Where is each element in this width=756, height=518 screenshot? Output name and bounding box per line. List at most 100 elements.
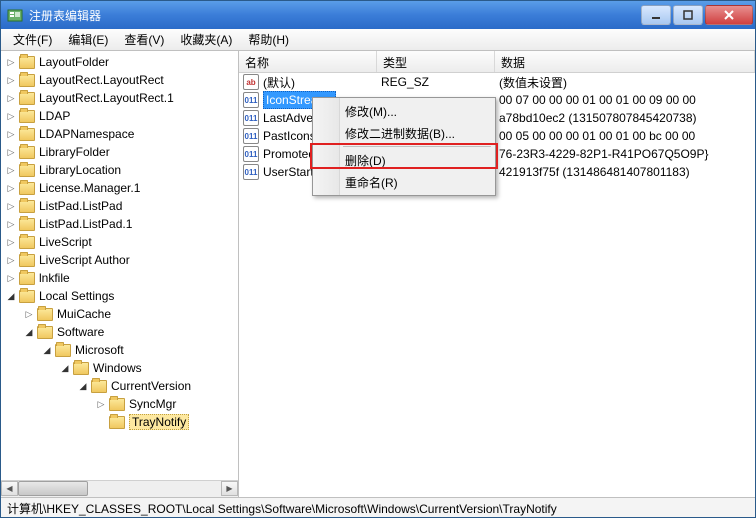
collapse-icon[interactable]: ◢ xyxy=(23,326,35,338)
tree-item[interactable]: ▷ LibraryLocation xyxy=(1,161,238,179)
expand-icon[interactable]: ▷ xyxy=(5,110,17,122)
tree-label: CurrentVersion xyxy=(111,379,191,393)
folder-icon xyxy=(109,398,125,411)
tree-view[interactable]: ▷LayoutFolder▷LayoutRect.LayoutRect▷Layo… xyxy=(1,51,238,480)
menu-file[interactable]: 文件(F) xyxy=(5,29,60,50)
folder-icon xyxy=(109,416,125,429)
tree-item[interactable]: ◢ Software xyxy=(1,323,238,341)
tree-item[interactable]: ▷LayoutRect.LayoutRect.1 xyxy=(1,89,238,107)
ctx-modify-binary[interactable]: 修改二进制数据(B)... xyxy=(315,122,493,144)
tree-item[interactable]: ◢ Microsoft xyxy=(1,341,238,359)
folder-icon xyxy=(19,56,35,69)
tree-item[interactable]: ◢ Windows xyxy=(1,359,238,377)
tree-item[interactable]: ▷LayoutRect.LayoutRect xyxy=(1,71,238,89)
expand-icon[interactable]: ▷ xyxy=(5,164,17,176)
scroll-right-button[interactable]: ▶ xyxy=(221,481,238,496)
folder-icon xyxy=(19,218,35,231)
column-name[interactable]: 名称 xyxy=(239,51,377,72)
expand-icon xyxy=(95,416,107,428)
window-titlebar: 注册表编辑器 xyxy=(1,1,755,29)
expand-icon[interactable]: ▷ xyxy=(5,218,17,230)
tree-item[interactable]: ▷ListPad.ListPad xyxy=(1,197,238,215)
tree-item[interactable]: TrayNotify xyxy=(1,413,238,431)
scroll-track[interactable] xyxy=(18,481,221,497)
menu-bar: 文件(F) 编辑(E) 查看(V) 收藏夹(A) 帮助(H) xyxy=(1,29,755,51)
collapse-icon[interactable]: ◢ xyxy=(41,344,53,356)
folder-icon xyxy=(19,110,35,123)
binary-value-icon: 011 xyxy=(243,146,259,162)
binary-value-icon: 011 xyxy=(243,92,259,108)
ctx-modify[interactable]: 修改(M)... xyxy=(315,100,493,122)
expand-icon[interactable]: ▷ xyxy=(5,56,17,68)
tree-label: TrayNotify xyxy=(129,414,189,430)
window-minimize-button[interactable] xyxy=(641,5,671,25)
tree-item[interactable]: ◢ CurrentVersion xyxy=(1,377,238,395)
scroll-left-button[interactable]: ◀ xyxy=(1,481,18,496)
menu-view[interactable]: 查看(V) xyxy=(116,29,172,50)
tree-item[interactable]: ▷lnkfile xyxy=(1,269,238,287)
tree-item[interactable]: ▷LDAPNamespace xyxy=(1,125,238,143)
tree-item[interactable]: ▷LayoutFolder xyxy=(1,53,238,71)
folder-icon xyxy=(19,182,35,195)
expand-icon[interactable]: ▷ xyxy=(5,146,17,158)
column-type[interactable]: 类型 xyxy=(377,51,495,72)
expand-icon[interactable]: ▷ xyxy=(5,200,17,212)
tree-pane: ▷LayoutFolder▷LayoutRect.LayoutRect▷Layo… xyxy=(1,51,239,497)
list-body[interactable]: ab(默认)REG_SZ(数值未设置)011IconStreams 00 07 … xyxy=(239,73,755,497)
expand-icon[interactable]: ▷ xyxy=(5,92,17,104)
tree-item[interactable]: ▷ LiveScript xyxy=(1,233,238,251)
column-data[interactable]: 数据 xyxy=(495,51,755,72)
scroll-thumb[interactable] xyxy=(18,481,88,496)
value-name: (默认) xyxy=(263,74,295,91)
tree-label: LDAP xyxy=(39,109,70,123)
expand-icon[interactable]: ▷ xyxy=(5,182,17,194)
folder-icon xyxy=(19,200,35,213)
window-maximize-button[interactable] xyxy=(673,5,703,25)
menu-help[interactable]: 帮助(H) xyxy=(240,29,297,50)
list-row[interactable]: ab(默认) REG_SZ(数值未设置) xyxy=(239,73,755,91)
expand-icon[interactable]: ▷ xyxy=(23,308,35,320)
folder-icon xyxy=(19,74,35,87)
value-data: 76-23R3-4229-82P1-R41PO67Q5O9P} xyxy=(495,147,755,161)
value-type: REG_SZ xyxy=(377,75,495,89)
expand-icon[interactable]: ▷ xyxy=(5,236,17,248)
binary-value-icon: 011 xyxy=(243,164,259,180)
value-data: (数值未设置) xyxy=(495,74,755,91)
tree-item[interactable]: ▷ListPad.ListPad.1 xyxy=(1,215,238,233)
ctx-delete[interactable]: 删除(D) xyxy=(315,149,493,171)
expand-icon[interactable]: ▷ xyxy=(5,74,17,86)
tree-label: LiveScript xyxy=(39,235,92,249)
tree-item[interactable]: ▷SyncMgr xyxy=(1,395,238,413)
menu-edit[interactable]: 编辑(E) xyxy=(60,29,116,50)
tree-item[interactable]: ▷LibraryFolder xyxy=(1,143,238,161)
tree-item[interactable]: ▷ LDAP xyxy=(1,107,238,125)
binary-value-icon: 011 xyxy=(243,110,259,126)
tree-label: LibraryLocation xyxy=(39,163,121,177)
collapse-icon[interactable]: ◢ xyxy=(59,362,71,374)
expand-icon[interactable]: ▷ xyxy=(5,272,17,284)
folder-icon xyxy=(19,92,35,105)
folder-icon xyxy=(55,344,71,357)
ctx-separator xyxy=(343,146,491,147)
expand-icon[interactable]: ▷ xyxy=(95,398,107,410)
tree-item[interactable]: ▷License.Manager.1 xyxy=(1,179,238,197)
list-header: 名称 类型 数据 xyxy=(239,51,755,73)
context-menu: 修改(M)... 修改二进制数据(B)... 删除(D) 重命名(R) xyxy=(312,97,496,196)
window-close-button[interactable] xyxy=(705,5,753,25)
tree-label: Software xyxy=(57,325,104,339)
menu-favorites[interactable]: 收藏夹(A) xyxy=(172,29,240,50)
tree-label: Microsoft xyxy=(75,343,124,357)
expand-icon[interactable]: ▷ xyxy=(5,128,17,140)
binary-value-icon: 011 xyxy=(243,128,259,144)
value-data: 00 07 00 00 00 01 00 01 00 09 00 00 xyxy=(495,93,755,107)
collapse-icon[interactable]: ◢ xyxy=(77,380,89,392)
tree-label: Windows xyxy=(93,361,142,375)
string-value-icon: ab xyxy=(243,74,259,90)
tree-item[interactable]: ▷MuiCache xyxy=(1,305,238,323)
expand-icon[interactable]: ▷ xyxy=(5,254,17,266)
tree-item[interactable]: ◢Local Settings xyxy=(1,287,238,305)
tree-horizontal-scrollbar[interactable]: ◀ ▶ xyxy=(1,480,238,497)
tree-item[interactable]: ▷LiveScript Author xyxy=(1,251,238,269)
ctx-rename[interactable]: 重命名(R) xyxy=(315,171,493,193)
collapse-icon[interactable]: ◢ xyxy=(5,290,17,302)
